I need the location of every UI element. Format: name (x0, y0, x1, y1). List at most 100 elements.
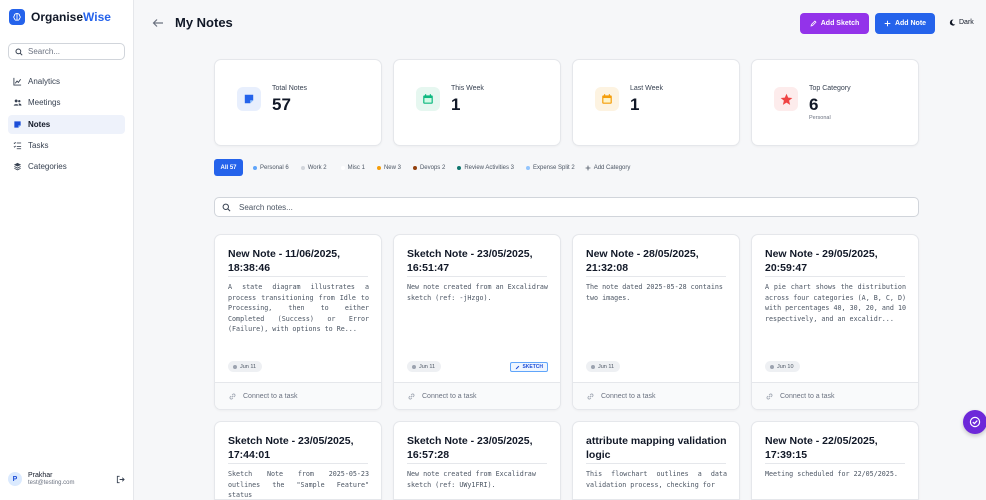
note-description: A pie chart shows the distribution acros… (765, 283, 906, 323)
sidebar-item-categories[interactable]: Categories (8, 157, 125, 176)
note-date-badge: Jun 10 (765, 361, 800, 372)
sidebar-search-input[interactable]: Search... (8, 43, 125, 60)
brand[interactable]: OrganiseWise (9, 9, 111, 25)
calendar-icon (423, 94, 433, 104)
link-icon (229, 393, 236, 400)
calendar-icon (602, 94, 612, 104)
category-chip-expense-split[interactable]: Expense Split 2 (526, 165, 575, 171)
category-chip-personal[interactable]: Personal 6 (253, 165, 289, 171)
color-dot-icon (457, 165, 462, 170)
pencil-icon (810, 20, 817, 27)
clock-icon (412, 364, 416, 369)
divider (407, 276, 547, 277)
connect-task-button[interactable]: Connect to a task (215, 382, 381, 409)
search-icon (15, 47, 23, 56)
note-description: New note created from Excalidraw sketch … (407, 470, 536, 489)
note-title: Sketch Note - 23/05/2025, 16:51:47 (407, 248, 533, 274)
moon-icon (949, 19, 956, 26)
stat-label: Last Week (630, 85, 663, 92)
divider (765, 276, 905, 277)
stat-sub: Personal (809, 115, 831, 121)
category-chip-all[interactable]: All 57 (214, 159, 243, 176)
category-chip-devops[interactable]: Devops 2 (412, 165, 445, 171)
color-dot-icon (253, 165, 257, 170)
color-dot-icon (526, 165, 530, 170)
sidebar-item-label: Tasks (28, 140, 49, 150)
users-icon (13, 99, 22, 106)
note-title: New Note - 29/05/2025, 20:59:47 (765, 248, 878, 274)
link-icon (587, 393, 594, 400)
back-arrow-icon[interactable] (152, 17, 164, 29)
connect-task-button[interactable]: Connect to a task (752, 382, 918, 409)
sidebar-nav: Analytics Meetings Notes Tasks Categorie… (8, 72, 125, 178)
note-description: New note created from an Excalidraw sket… (407, 283, 548, 302)
note-card[interactable]: New Note - 22/05/2025, 17:39:15 Meeting … (751, 421, 919, 500)
add-category-button[interactable]: Add Category (585, 165, 630, 171)
note-card[interactable]: Sketch Note - 23/05/2025, 17:44:01 Sketc… (214, 421, 382, 500)
stat-label: Total Notes (272, 85, 308, 92)
clock-icon (233, 364, 237, 369)
sketch-badge: SKETCH (510, 362, 548, 372)
stat-this-week: This Week 1 (393, 59, 561, 146)
dark-mode-toggle[interactable]: Dark (949, 19, 974, 26)
sidebar-item-tasks[interactable]: Tasks (8, 136, 125, 155)
user-name: Prakhar (28, 472, 53, 480)
note-card[interactable]: Sketch Note - 23/05/2025, 16:51:47 New n… (393, 234, 561, 410)
category-chip-work[interactable]: Work 2 (300, 165, 327, 171)
stat-value: 1 (630, 95, 640, 114)
avatar: P (8, 472, 22, 486)
user-profile[interactable]: P Prakhar test@testing.com (8, 472, 125, 486)
divider (228, 463, 368, 464)
note-title: New Note - 28/05/2025, 21:32:08 (586, 248, 699, 274)
stat-top-category: Top Category 6 Personal (751, 59, 919, 146)
note-title: New Note - 22/05/2025, 17:39:15 (765, 435, 878, 461)
clock-icon (591, 364, 595, 369)
note-card[interactable]: New Note - 11/06/2025, 18:38:46 A state … (214, 234, 382, 410)
brand-name: OrganiseWise (31, 10, 111, 24)
brain-logo-icon (9, 9, 25, 25)
category-chip-new[interactable]: New 3 (376, 165, 401, 171)
clock-icon (770, 364, 774, 369)
stat-last-week: Last Week 1 (572, 59, 740, 146)
divider (586, 463, 726, 464)
connect-task-button[interactable]: Connect to a task (394, 382, 560, 409)
sidebar-item-notes[interactable]: Notes (8, 114, 125, 134)
task-check-fab[interactable] (963, 410, 986, 434)
check-circle-icon (969, 416, 981, 428)
add-sketch-button[interactable]: Add Sketch (800, 13, 869, 34)
note-description: This flowchart outlines a data validatio… (586, 470, 727, 489)
sidebar-item-analytics[interactable]: Analytics (8, 72, 125, 91)
stat-value: 57 (272, 95, 291, 114)
category-chip-review-activities[interactable]: Review Activities 3 (457, 165, 514, 171)
notes-search-placeholder: Search notes... (239, 202, 293, 212)
note-date-badge: Jun 11 (586, 361, 621, 372)
notes-search-input[interactable]: Search notes... (214, 197, 919, 217)
divider (407, 463, 547, 464)
logout-icon[interactable] (116, 475, 125, 484)
stat-total-notes: Total Notes 57 (214, 59, 382, 146)
category-chip-misc[interactable]: Misc 1 (340, 165, 365, 171)
color-dot-icon (300, 165, 305, 170)
connect-task-button[interactable]: Connect to a task (573, 382, 739, 409)
sidebar-item-meetings[interactable]: Meetings (8, 93, 125, 112)
stat-label: Top Category (809, 85, 851, 92)
note-date-badge: Jun 11 (407, 361, 442, 372)
sidebar-item-label: Categories (28, 162, 67, 172)
page-title: My Notes (175, 15, 233, 30)
color-dot-icon (412, 165, 417, 170)
stat-value: 1 (451, 95, 461, 114)
user-email: test@testing.com (28, 479, 75, 486)
note-card[interactable]: New Note - 29/05/2025, 20:59:47 A pie ch… (751, 234, 919, 410)
color-dot-icon (340, 165, 345, 170)
note-card[interactable]: New Note - 28/05/2025, 21:32:08 The note… (572, 234, 740, 410)
add-note-button[interactable]: Add Note (875, 13, 935, 34)
pencil-icon (516, 365, 520, 369)
note-description: A state diagram illustrates a process tr… (228, 283, 369, 334)
stat-value: 6 (809, 95, 819, 114)
note-card[interactable]: attribute mapping validation logic This … (572, 421, 740, 500)
chart-line-icon (13, 77, 22, 86)
note-date-badge: Jun 11 (228, 361, 263, 372)
note-card[interactable]: Sketch Note - 23/05/2025, 16:57:28 New n… (393, 421, 561, 500)
link-icon (408, 393, 415, 400)
note-title: Sketch Note - 23/05/2025, 16:57:28 (407, 435, 533, 461)
